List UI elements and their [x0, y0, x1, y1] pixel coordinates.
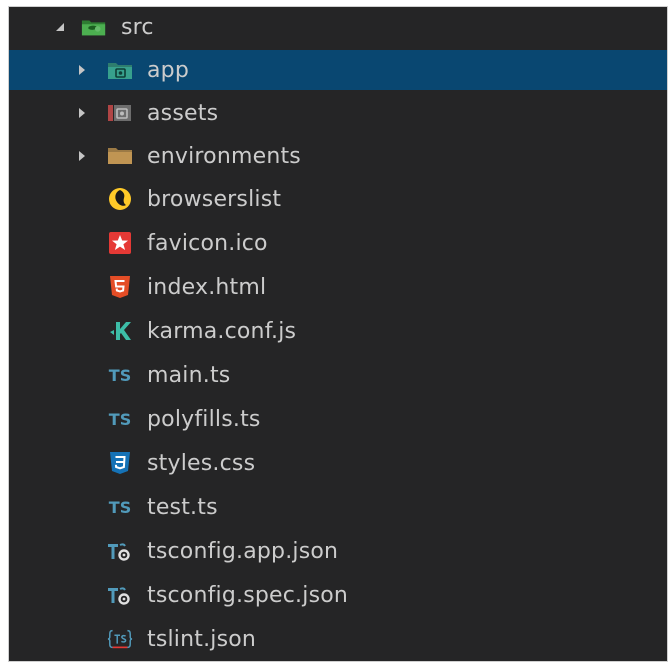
tree-item-index-html[interactable]: index.html — [9, 267, 667, 307]
tree-item-browserslist[interactable]: browserslist — [9, 179, 667, 219]
tree-item-label: karma.conf.js — [147, 318, 297, 344]
typescript-icon-text: TS — [108, 409, 132, 429]
tslint-icon — [107, 627, 133, 651]
tree-item-tslint[interactable]: tslint.json — [9, 619, 667, 659]
karma-icon — [107, 319, 133, 343]
tree-item-assets[interactable]: assets — [9, 93, 667, 133]
folder-icon — [107, 144, 133, 168]
tree-item-styles-css[interactable]: styles.css — [9, 443, 667, 483]
tree-item-label: favicon.ico — [147, 230, 268, 256]
tree-item-label: index.html — [147, 274, 267, 300]
chevron-right-icon[interactable] — [75, 63, 89, 77]
tree-item-label: polyfills.ts — [147, 406, 261, 432]
tree-item-label: app — [147, 57, 190, 83]
typescript-icon: TS — [107, 495, 133, 519]
tree-item-tsconfig-spec[interactable]: tsconfig.spec.json — [9, 575, 667, 615]
chevron-right-icon[interactable] — [75, 149, 89, 163]
tree-item-label: styles.css — [147, 450, 256, 476]
tree-item-polyfills-ts[interactable]: TS polyfills.ts — [9, 399, 667, 439]
tree-item-label: environments — [147, 143, 301, 169]
tree-item-label: src — [121, 14, 154, 40]
typescript-icon: TS — [107, 363, 133, 387]
tsconfig-icon — [107, 583, 133, 607]
tree-item-main-ts[interactable]: TS main.ts — [9, 355, 667, 395]
tree-item-label: tsconfig.app.json — [147, 538, 339, 564]
file-explorer-tree: src app assets environments browserslist… — [8, 6, 668, 662]
chevron-down-icon[interactable] — [53, 20, 67, 34]
tree-item-test-ts[interactable]: TS test.ts — [9, 487, 667, 527]
folder-app-icon — [107, 58, 133, 82]
typescript-icon: TS — [107, 407, 133, 431]
tree-item-label: assets — [147, 100, 219, 126]
tree-item-label: test.ts — [147, 494, 218, 520]
tsconfig-icon — [107, 539, 133, 563]
folder-src-icon — [81, 15, 107, 39]
favicon-star-icon — [107, 231, 133, 255]
tree-item-label: main.ts — [147, 362, 231, 388]
tree-item-label: tsconfig.spec.json — [147, 582, 349, 608]
tree-item-karma-conf[interactable]: karma.conf.js — [9, 311, 667, 351]
html5-icon — [107, 275, 133, 299]
chevron-right-icon[interactable] — [75, 106, 89, 120]
tree-item-tsconfig-app[interactable]: tsconfig.app.json — [9, 531, 667, 571]
tree-item-label: tslint.json — [147, 626, 257, 652]
tree-item-favicon[interactable]: favicon.ico — [9, 223, 667, 263]
tree-item-src[interactable]: src — [9, 7, 667, 47]
tree-item-label: browserslist — [147, 186, 282, 212]
css3-icon — [107, 451, 133, 475]
browserslist-icon — [107, 187, 133, 211]
folder-assets-icon — [107, 101, 133, 125]
typescript-icon-text: TS — [108, 497, 132, 517]
typescript-icon-text: TS — [108, 365, 132, 385]
tree-item-environments[interactable]: environments — [9, 136, 667, 176]
tree-item-app[interactable]: app — [9, 50, 667, 90]
